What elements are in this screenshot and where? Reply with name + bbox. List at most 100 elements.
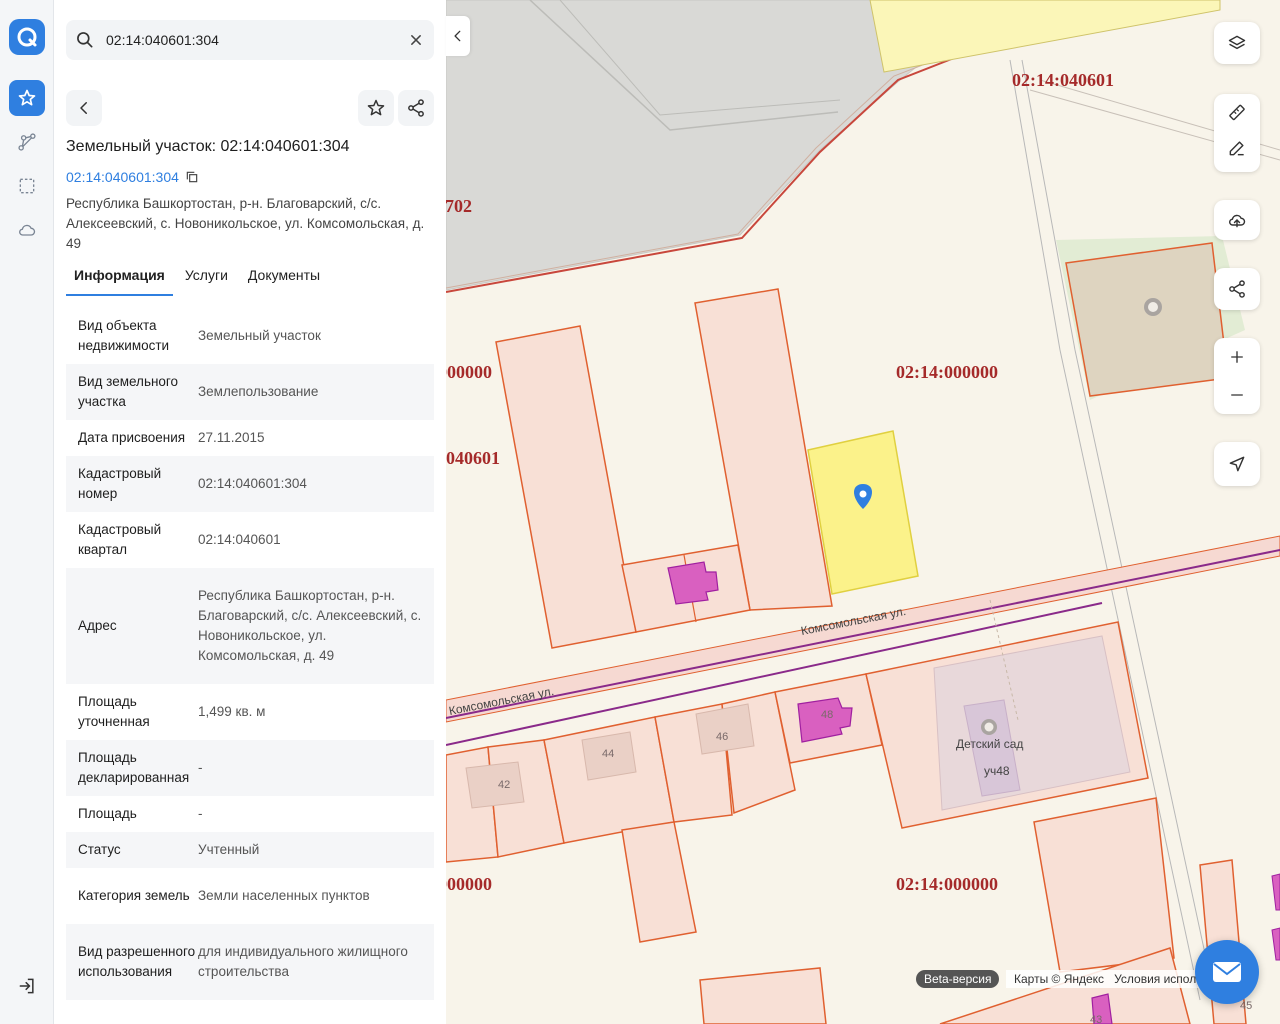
- page-title: Земельный участок: 02:14:040601:304: [66, 138, 350, 155]
- info-key: Адрес: [78, 618, 117, 633]
- map-share-button[interactable]: [1214, 268, 1260, 310]
- beta-badge: Beta-версия: [916, 970, 1000, 988]
- info-value: Земельный участок: [198, 328, 321, 343]
- tab-information[interactable]: Информация: [66, 262, 173, 296]
- info-row: Вид разрешенного использования для индиви…: [66, 924, 434, 1000]
- layers-button[interactable]: [1214, 22, 1260, 64]
- info-key: Площадь: [78, 806, 137, 821]
- routes-button[interactable]: [9, 124, 45, 160]
- info-key: Кадастровый номер: [78, 466, 162, 501]
- block-label: 02:14:000000: [896, 362, 998, 382]
- cadastral-number-text[interactable]: 02:14:040601:304: [66, 169, 179, 185]
- attribution-maps[interactable]: Карты © Яндекс: [1014, 972, 1104, 986]
- block-label: 02:14:040601: [1012, 70, 1114, 90]
- zoom-in-button[interactable]: [1214, 338, 1260, 376]
- star-icon: [18, 89, 36, 106]
- share-icon: [1229, 280, 1245, 298]
- chevron-left-icon: [454, 30, 461, 42]
- block-label: 000000: [446, 362, 492, 382]
- info-key: Вид объекта недвижимости: [78, 318, 170, 353]
- kindergarten-plot-label: уч48: [984, 764, 1010, 778]
- map-attribution: Карты © Яндекс Условия испол: [1006, 970, 1215, 988]
- info-value: -: [198, 806, 203, 821]
- info-value: 02:14:040601: [198, 532, 281, 547]
- app-logo[interactable]: [9, 19, 45, 55]
- ruler-button[interactable]: [1214, 94, 1260, 130]
- zoom-controls: [1214, 338, 1260, 414]
- plus-icon: [1231, 351, 1243, 363]
- edit-icon: [1229, 141, 1244, 156]
- geolocation-control: [1214, 442, 1260, 486]
- back-button[interactable]: [66, 90, 102, 126]
- house-number: 43: [1090, 1014, 1103, 1024]
- info-value: 02:14:040601:304: [198, 476, 307, 491]
- info-row: Площадь декларированная -: [66, 740, 434, 796]
- copy-icon: [186, 171, 198, 183]
- left-rail: [0, 0, 54, 1024]
- map-canvas[interactable]: 02:14:040601 0702 000000 02:14:000000 :0…: [446, 0, 1280, 1024]
- star-icon: [367, 99, 385, 116]
- info-key: Площадь уточненная: [78, 694, 150, 729]
- block-label: 0702: [446, 196, 472, 216]
- collapse-panel-button[interactable]: [446, 16, 470, 56]
- info-key: Кадастровый квартал: [78, 522, 162, 557]
- cloud-button[interactable]: [9, 212, 45, 248]
- cadastral-number-link[interactable]: 02:14:040601:304: [66, 169, 199, 185]
- info-row: Площадь -: [66, 796, 434, 832]
- search-box: [66, 20, 434, 60]
- house-number: 42: [498, 779, 511, 791]
- login-icon: [19, 978, 34, 994]
- ruler-icon: [1229, 104, 1245, 121]
- house-number: 44: [602, 748, 615, 760]
- share-icon: [408, 99, 424, 117]
- info-value: для индивидуального жилищного строительс…: [198, 944, 408, 979]
- layers-icon: [1228, 35, 1246, 50]
- zoom-out-button[interactable]: [1214, 376, 1260, 414]
- info-key: Дата присвоения: [78, 430, 186, 445]
- layers-control: [1214, 22, 1260, 64]
- info-value: Землепользование: [198, 384, 319, 399]
- cadastral-map[interactable]: [446, 0, 1280, 1024]
- info-row: Вид земельного участка Землепользование: [66, 364, 434, 420]
- logo-icon: [17, 27, 37, 47]
- chevron-left-icon: [80, 102, 87, 114]
- logout-button[interactable]: [9, 968, 45, 1004]
- upload-control: [1214, 200, 1260, 240]
- mail-icon: [1213, 962, 1241, 982]
- tab-documents[interactable]: Документы: [240, 262, 328, 296]
- info-key: Категория земель: [78, 888, 190, 903]
- info-row: Площадь уточненная 1,499 кв. м: [66, 684, 434, 740]
- object-panel: Земельный участок: 02:14:040601:304 02:1…: [54, 0, 446, 1024]
- dashed-square-icon: [19, 178, 35, 194]
- add-favorite-button[interactable]: [358, 90, 394, 126]
- info-value: Земли населенных пунктов: [198, 888, 370, 903]
- route-nodes-icon: [18, 133, 36, 151]
- info-value: Республика Башкортостан, р-н. Благоварск…: [198, 588, 422, 663]
- info-value: -: [198, 760, 203, 775]
- info-value: 27.11.2015: [198, 430, 265, 445]
- minus-icon: [1231, 394, 1243, 396]
- upload-button[interactable]: [1214, 200, 1260, 240]
- draw-button[interactable]: [1214, 130, 1260, 166]
- search-input[interactable]: [106, 20, 396, 60]
- tab-services[interactable]: Услуги: [177, 262, 236, 296]
- share-button[interactable]: [398, 90, 434, 126]
- kindergarten-label: Детский сад: [956, 737, 1024, 751]
- favorites-button[interactable]: [9, 80, 45, 116]
- geolocation-button[interactable]: [1214, 442, 1260, 486]
- feedback-mail-button[interactable]: [1195, 940, 1259, 1004]
- info-key: Вид земельного участка: [78, 374, 179, 409]
- cloud-upload-icon: [1229, 214, 1246, 228]
- house-number: 46: [716, 731, 729, 743]
- info-row: Статус Учтенный: [66, 832, 434, 868]
- map-share-control: [1214, 268, 1260, 310]
- clear-search-icon[interactable]: [406, 30, 426, 50]
- house-number: 45: [1240, 1000, 1253, 1012]
- info-key: Статус: [78, 842, 121, 857]
- attribution-terms[interactable]: Условия испол: [1114, 972, 1196, 986]
- info-row: Кадастровый квартал 02:14:040601: [66, 512, 434, 568]
- search-icon: [75, 30, 95, 55]
- info-row: Адрес Республика Башкортостан, р-н. Благо…: [66, 568, 434, 684]
- block-label: 000000: [446, 874, 492, 894]
- selection-button[interactable]: [9, 168, 45, 204]
